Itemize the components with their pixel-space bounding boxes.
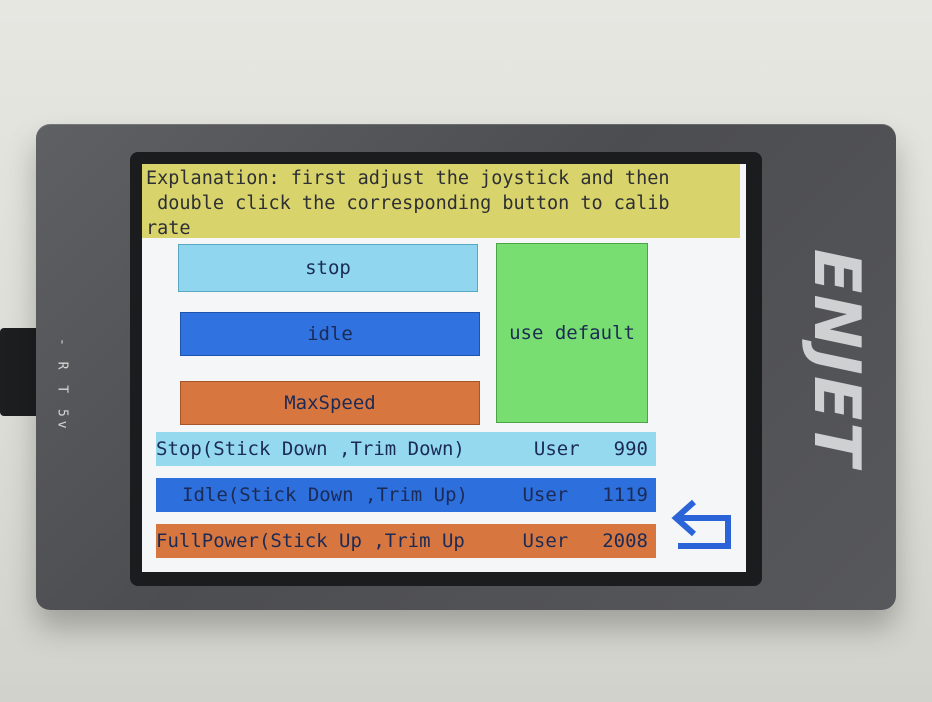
- max-speed-button[interactable]: MaxSpeed: [180, 381, 480, 425]
- idle-row-label: Idle(Stick Down ,Trim Up): [182, 484, 468, 506]
- idle-button[interactable]: idle: [180, 312, 480, 356]
- fullpower-row-label: FullPower(Stick Up ,Trim Up: [156, 530, 465, 552]
- fullpower-row-value: 2008: [602, 530, 648, 552]
- use-default-button[interactable]: use default: [496, 243, 648, 423]
- fullpower-calibration-row: FullPower(Stick Up ,Trim Up User 2008: [156, 524, 656, 558]
- back-arrow-icon[interactable]: [670, 494, 740, 556]
- idle-row-value: 1119: [602, 484, 648, 506]
- touch-screen: Explanation: first adjust the joystick a…: [142, 164, 746, 572]
- brand-logo: ENJET: [795, 228, 877, 488]
- fullpower-row-user: User: [522, 530, 569, 552]
- stop-row-user: User: [533, 438, 580, 460]
- stop-button[interactable]: stop: [178, 244, 478, 292]
- idle-row-user: User: [522, 484, 569, 506]
- stop-calibration-row: Stop(Stick Down ,Trim Down) User 990: [156, 432, 656, 466]
- explanation-text: Explanation: first adjust the joystick a…: [142, 164, 740, 239]
- port-label: - R T 5v: [54, 337, 70, 433]
- stop-row-value: 990: [613, 438, 648, 460]
- stop-row-label: Stop(Stick Down ,Trim Down): [156, 438, 465, 460]
- idle-calibration-row: Idle(Stick Down ,Trim Up) User 1119: [156, 478, 656, 512]
- brand-logo-text: ENJET: [799, 240, 873, 476]
